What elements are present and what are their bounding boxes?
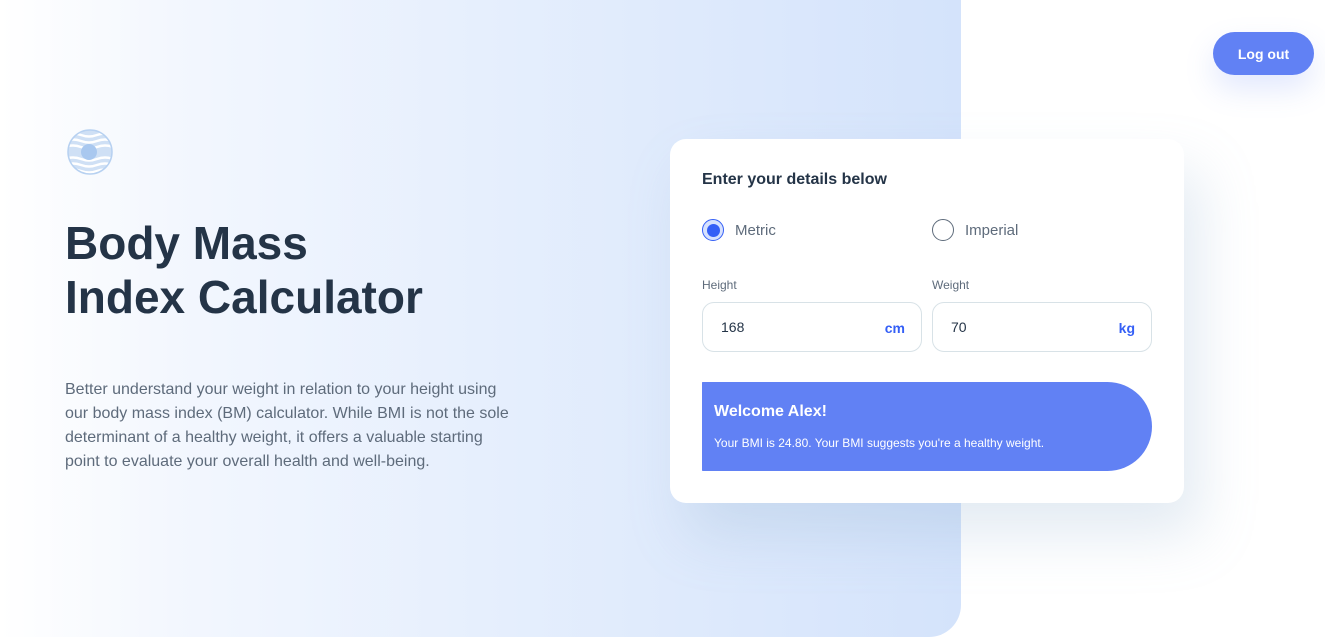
height-label: Height: [702, 278, 737, 292]
height-field: cm: [702, 302, 922, 352]
weight-field: kg: [932, 302, 1152, 352]
hero-description: Better understand your weight in relatio…: [65, 381, 509, 470]
height-input[interactable]: [703, 319, 871, 335]
logo-icon: [67, 129, 113, 175]
metric-radio-button[interactable]: [702, 219, 724, 241]
metric-radio-label: Metric: [735, 221, 776, 239]
result-message: Your BMI is 24.80. Your BMI suggests you…: [714, 436, 1045, 450]
height-unit: cm: [884, 320, 905, 336]
weight-unit: kg: [1118, 320, 1135, 336]
result-title: Welcome Alex!: [714, 403, 827, 420]
form-heading: Enter your details below: [702, 171, 887, 188]
page-title-line2: Index Calculator: [65, 271, 423, 323]
bmi-result-panel: Welcome Alex! Your BMI is 24.80. Your BM…: [702, 382, 1152, 471]
page-title-line1: Body Mass: [65, 217, 308, 269]
logout-button[interactable]: Log out: [1213, 32, 1314, 75]
bmi-calculator-card: Enter your details below Metric Imperial…: [670, 139, 1184, 503]
imperial-radio-button[interactable]: [932, 219, 954, 241]
imperial-radio-label: Imperial: [965, 221, 1019, 239]
page-title: Body Mass Index Calculator: [65, 216, 423, 324]
page: Log out Body Mass Index Calculator Bette…: [0, 0, 1325, 637]
imperial-radio-option[interactable]: Imperial: [932, 219, 1018, 241]
metric-radio-option[interactable]: Metric: [702, 219, 776, 241]
weight-label: Weight: [932, 278, 970, 292]
weight-input[interactable]: [933, 319, 1101, 335]
